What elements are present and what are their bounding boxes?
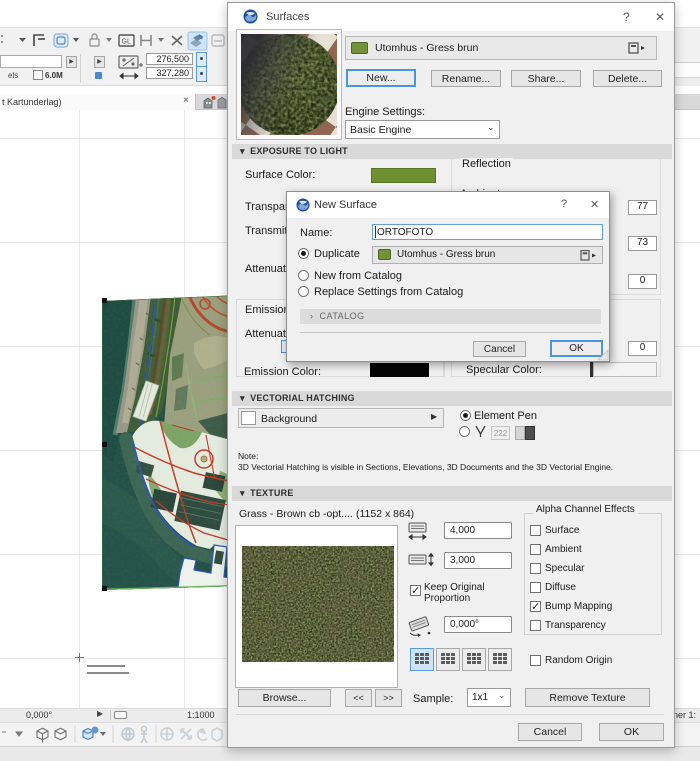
svg-text:GL: GL xyxy=(122,39,131,46)
